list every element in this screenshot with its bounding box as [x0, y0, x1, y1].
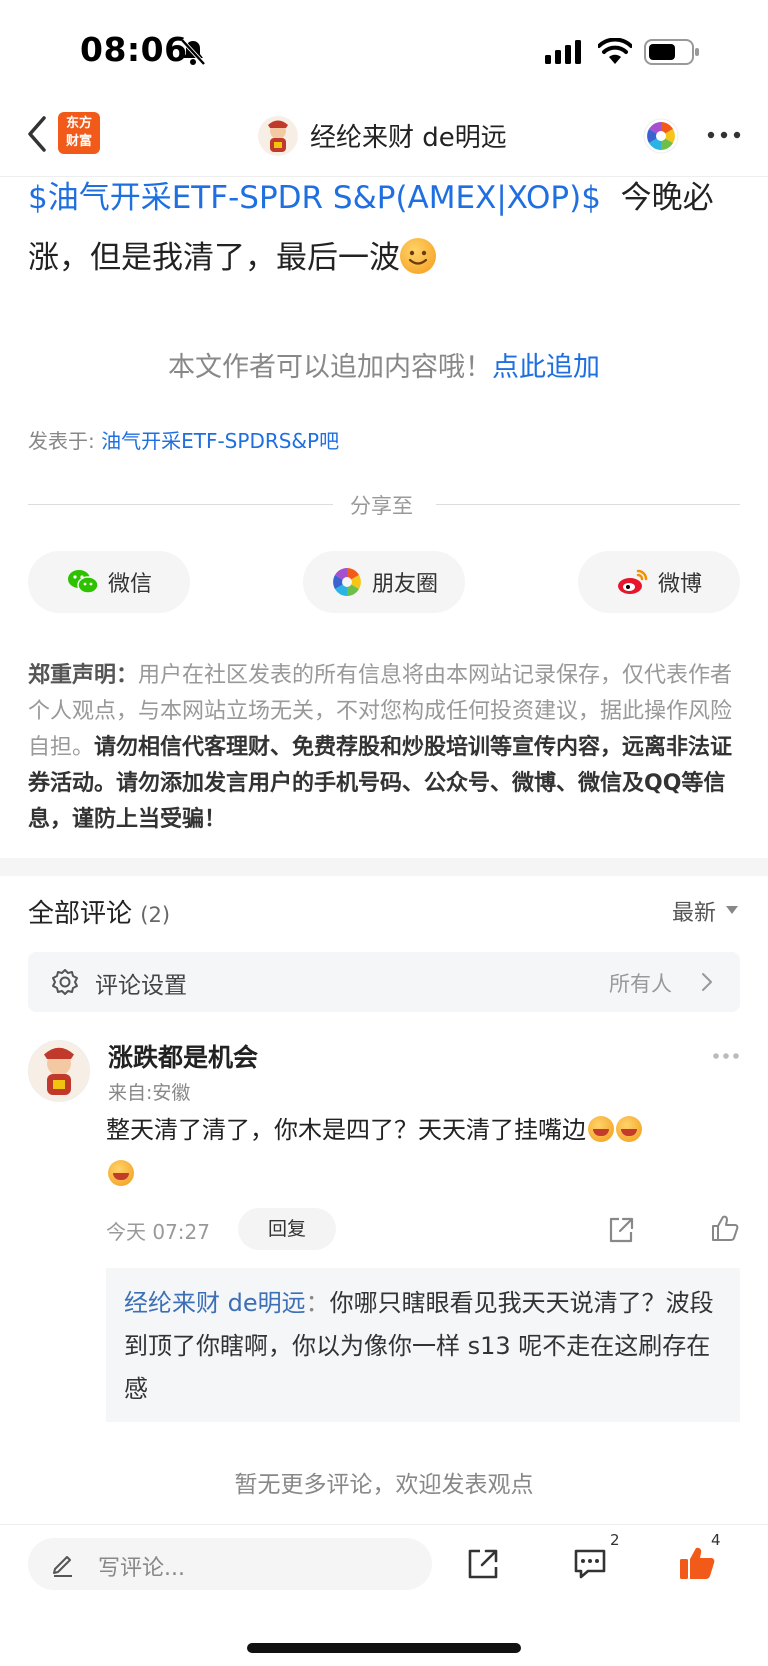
grin-emoji-icon: [588, 1116, 614, 1142]
smile-emoji-icon: [400, 238, 436, 274]
comment-body: 整天清了清了，你木是四了？天天清了挂嘴边: [106, 1116, 586, 1144]
share-wechat-label: 微信: [107, 572, 152, 597]
posted-in-label: 发表于:: [28, 429, 95, 453]
gear-icon: [52, 969, 78, 995]
weibo-icon: [617, 569, 648, 594]
write-comment-placeholder: 写评论...: [98, 1556, 185, 1581]
comment-settings-label: 评论设置: [95, 973, 187, 999]
sub-reply-text: 经纶来财 de明远：你哪只瞎眼看见我天天说清了？波段到顶了你瞎啊，你以为像你一样…: [124, 1282, 728, 1411]
comment-count-badge: 2: [610, 1531, 620, 1549]
comment-location: 来自:安徽: [108, 1082, 191, 1104]
grin-emoji-icon: [108, 1160, 134, 1186]
append-link[interactable]: 点此追加: [492, 352, 600, 383]
comments-title: 全部评论 (2): [28, 893, 170, 930]
section-separator: [0, 858, 768, 876]
posted-in-bar-link[interactable]: 油气开采ETF-SPDRS&P吧: [101, 429, 339, 453]
comment-username[interactable]: 涨跌都是机会: [108, 1038, 258, 1074]
more-icon[interactable]: [706, 130, 742, 140]
battery-icon: [644, 39, 699, 65]
signal-icon: [545, 40, 581, 64]
reply-button[interactable]: 回复: [238, 1208, 336, 1250]
comment-text: 整天清了清了，你木是四了？天天清了挂嘴边: [106, 1108, 736, 1196]
comment-time: 今天 07:27: [106, 1220, 210, 1244]
share-moments-button[interactable]: 朋友圈: [303, 551, 465, 613]
no-more-comments: 暂无更多评论，欢迎发表观点: [234, 1472, 534, 1498]
append-hint: 本文作者可以追加内容哦！点此追加: [0, 345, 768, 384]
disclaimer: 郑重声明：用户在社区发表的所有信息将由本网站记录保存，仅代表作者个人观点，与本网…: [28, 658, 742, 838]
wifi-icon: [598, 38, 632, 64]
divider: [28, 504, 333, 505]
thumbs-up-filled-icon[interactable]: [678, 1544, 716, 1582]
comments-count: (2): [140, 903, 171, 927]
bell-muted-icon: [180, 38, 206, 66]
thumbs-up-icon[interactable]: [710, 1213, 740, 1243]
caret-down-icon[interactable]: [726, 906, 738, 914]
divider: [436, 504, 740, 505]
status-time: 08:06: [80, 30, 188, 69]
share-moments-label: 朋友圈: [371, 572, 438, 597]
fortune-god-avatar-icon: [268, 120, 288, 152]
avatar[interactable]: [28, 1040, 90, 1102]
comments-title-label: 全部评论: [28, 899, 133, 929]
comment-settings-value: 所有人: [609, 972, 672, 996]
author-avatar[interactable]: [258, 116, 298, 156]
sort-dropdown[interactable]: 最新: [672, 895, 716, 927]
author-name[interactable]: 经纶来财 de明远: [310, 117, 507, 154]
moments-icon: [333, 568, 361, 596]
share-icon[interactable]: [606, 1215, 636, 1245]
sub-reply-colon: ：: [305, 1289, 330, 1317]
chevron-right-icon: [702, 973, 712, 991]
post-content: $油气开采ETF-SPDR S&P(AMEX|XOP)$ 今晚必涨，但是我清了，…: [28, 168, 740, 288]
fortune-god-avatar-icon: [44, 1047, 74, 1095]
moments-pinwheel-icon[interactable]: [643, 118, 679, 154]
wechat-icon: [67, 570, 99, 594]
write-comment-input[interactable]: [28, 1538, 432, 1590]
back-icon[interactable]: [26, 114, 48, 154]
disclaimer-title: 郑重声明：: [28, 663, 139, 688]
stock-link[interactable]: $油气开采ETF-SPDR S&P(AMEX|XOP)$: [28, 180, 601, 216]
disclaimer-bold: 请勿相信代客理财、免费荐股和炒股培训等宣传内容，远离非法证券活动。请勿添加发言用…: [28, 735, 733, 832]
logo-line2: 财富: [65, 134, 92, 149]
grin-emoji-icon: [616, 1116, 642, 1142]
share-weibo-label: 微博: [657, 572, 702, 597]
share-label: 分享至: [350, 494, 413, 518]
sub-reply-username[interactable]: 经纶来财 de明远: [124, 1289, 306, 1317]
comment-more-icon[interactable]: [712, 1052, 740, 1060]
home-indicator: [247, 1643, 521, 1653]
comment-icon[interactable]: [572, 1547, 608, 1581]
share-weibo-button[interactable]: 微博: [578, 551, 740, 613]
append-text: 本文作者可以追加内容哦！: [168, 352, 492, 383]
logo-line1: 东方: [65, 116, 92, 131]
app-logo[interactable]: 东方 财富: [58, 112, 100, 154]
like-count-badge: 4: [711, 1531, 721, 1549]
share-icon[interactable]: [466, 1547, 500, 1581]
share-wechat-button[interactable]: 微信: [28, 551, 190, 613]
pencil-icon: [53, 1556, 72, 1577]
posted-in: 发表于: 油气开采ETF-SPDRS&P吧: [28, 425, 339, 454]
